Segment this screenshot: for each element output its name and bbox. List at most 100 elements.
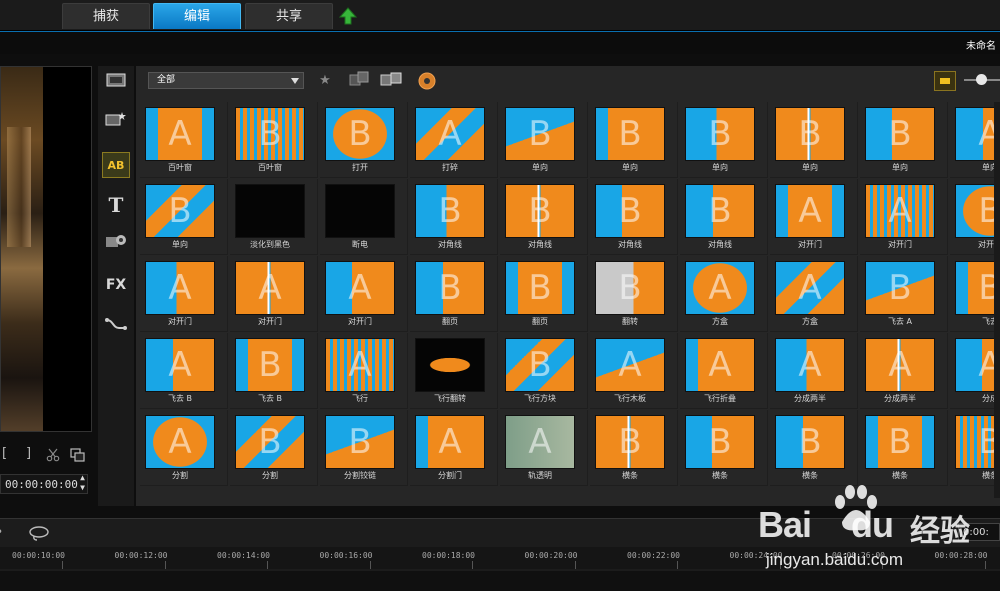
transition-item[interactable]: B 分割 bbox=[230, 410, 318, 486]
timecode-stepper-icon[interactable]: ▲ ▼ bbox=[80, 473, 85, 493]
transition-item[interactable]: B 横条 bbox=[860, 410, 948, 486]
transition-item[interactable]: B 单向 bbox=[770, 102, 858, 178]
transition-item[interactable]: B 翻页 bbox=[500, 256, 588, 332]
transition-item[interactable]: B 对角线 bbox=[590, 179, 678, 255]
transition-label: 翻页 bbox=[442, 317, 458, 326]
transition-label: 对开门 bbox=[888, 240, 912, 249]
transition-item[interactable]: 飞行翻转 bbox=[410, 333, 498, 409]
transition-item[interactable]: B 飞行方块 bbox=[500, 333, 588, 409]
mark-out-button[interactable]: ] bbox=[26, 446, 31, 461]
transition-item[interactable]: B 飞去 A bbox=[860, 256, 948, 332]
path-icon[interactable] bbox=[102, 314, 130, 340]
transition-item[interactable]: A 飞去 B bbox=[140, 333, 228, 409]
transition-preview-letter: B bbox=[528, 114, 552, 154]
upload-arrow-icon[interactable] bbox=[338, 6, 358, 26]
transition-item[interactable]: A 飞行 bbox=[320, 333, 408, 409]
transition-item[interactable]: B 对角线 bbox=[500, 179, 588, 255]
transition-item[interactable]: A 对开门 bbox=[770, 179, 858, 255]
transition-item[interactable]: B 单向 bbox=[140, 179, 228, 255]
transition-thumbnail: B bbox=[236, 108, 304, 160]
transition-item[interactable]: A 分成 bbox=[950, 333, 1000, 409]
transition-item[interactable]: A 分成两半 bbox=[860, 333, 948, 409]
transition-item[interactable]: A 对开门 bbox=[140, 256, 228, 332]
transition-item[interactable]: A 方盒 bbox=[770, 256, 858, 332]
media-icon[interactable] bbox=[102, 70, 130, 96]
transition-item[interactable]: B 翻转 bbox=[590, 256, 678, 332]
transition-icon[interactable]: AB bbox=[102, 152, 130, 178]
view-mode-button[interactable] bbox=[934, 71, 956, 91]
transition-item[interactable]: A 飞行木板 bbox=[590, 333, 678, 409]
transition-label: 单向 bbox=[172, 240, 188, 249]
transition-item[interactable]: A 飞行折叠 bbox=[680, 333, 768, 409]
title-icon[interactable]: T bbox=[102, 192, 130, 218]
mark-in-button[interactable]: [ bbox=[2, 446, 7, 461]
transition-label: 轨透明 bbox=[528, 471, 552, 480]
library-scrollbar[interactable] bbox=[994, 102, 1000, 498]
transition-item[interactable]: A 百叶窗 bbox=[140, 102, 228, 178]
transition-item[interactable]: A 轨透明 bbox=[500, 410, 588, 486]
transition-item[interactable]: B 百叶窗 bbox=[230, 102, 318, 178]
project-bar: 未命名 bbox=[0, 31, 1000, 54]
tab-edit[interactable]: 编辑 bbox=[153, 3, 241, 29]
transition-item[interactable]: A 对开门 bbox=[230, 256, 318, 332]
category-dropdown[interactable]: 全部 bbox=[148, 72, 304, 89]
library-sidebar: AB T FX bbox=[98, 66, 134, 506]
transition-label: 分割 bbox=[172, 471, 188, 480]
get-more-content-icon[interactable] bbox=[416, 71, 438, 91]
transition-item[interactable]: A 分成两半 bbox=[770, 333, 858, 409]
transition-item[interactable]: B 对角线 bbox=[680, 179, 768, 255]
copy-icon[interactable] bbox=[70, 448, 86, 462]
apply-to-all-icon[interactable] bbox=[380, 71, 402, 91]
transition-label: 分成 bbox=[982, 394, 998, 403]
timecode-field[interactable]: 00:00:00:00 ▲ ▼ bbox=[0, 473, 88, 494]
transition-item[interactable]: B 打开 bbox=[320, 102, 408, 178]
transition-item[interactable]: B 对角线 bbox=[410, 179, 498, 255]
transition-item[interactable]: B 单向 bbox=[590, 102, 678, 178]
transition-label: 横条 bbox=[892, 471, 908, 480]
transition-item[interactable]: 断电 bbox=[320, 179, 408, 255]
transition-item[interactable]: B 单向 bbox=[680, 102, 768, 178]
transition-item[interactable]: A 打碎 bbox=[410, 102, 498, 178]
thumbnail-size-slider[interactable] bbox=[964, 74, 1000, 85]
transition-item[interactable]: B 横条 bbox=[770, 410, 858, 486]
transition-item[interactable]: B 横条 bbox=[680, 410, 768, 486]
tab-share[interactable]: 共享 bbox=[245, 3, 333, 29]
transition-thumbnail: B bbox=[776, 416, 844, 468]
transition-item[interactable]: B 飞去 B bbox=[230, 333, 318, 409]
fx-filter-icon[interactable]: FX bbox=[102, 272, 130, 298]
transition-item[interactable]: A 对开门 bbox=[320, 256, 408, 332]
tab-capture[interactable]: 捕获 bbox=[62, 3, 150, 29]
transition-item[interactable]: B 飞去 bbox=[950, 256, 1000, 332]
transition-item[interactable]: B 单向 bbox=[860, 102, 948, 178]
transition-preview-letter: A bbox=[348, 268, 372, 308]
transition-thumbnail bbox=[236, 185, 304, 237]
transition-thumbnail: A bbox=[866, 339, 934, 391]
transition-item[interactable]: A 单向 bbox=[950, 102, 1000, 178]
transition-item[interactable]: 淡化到黑色 bbox=[230, 179, 318, 255]
transition-item[interactable]: A 方盒 bbox=[680, 256, 768, 332]
transition-preview-letter: A bbox=[798, 268, 822, 308]
instant-project-icon[interactable] bbox=[102, 110, 130, 136]
transition-item[interactable]: A 对开门 bbox=[860, 179, 948, 255]
transition-item[interactable]: B 横条 bbox=[950, 410, 1000, 486]
transition-item[interactable]: B 单向 bbox=[500, 102, 588, 178]
lasso-icon[interactable] bbox=[28, 525, 50, 541]
add-favorite-icon[interactable]: ★ bbox=[314, 71, 336, 91]
transition-thumbnail: A bbox=[776, 339, 844, 391]
transition-label: 淡化到黑色 bbox=[250, 240, 290, 249]
transition-thumbnail: A bbox=[326, 339, 394, 391]
apply-to-video-track-icon[interactable] bbox=[348, 71, 370, 91]
transition-preview-letter: A bbox=[708, 268, 732, 308]
transition-thumbnail: A bbox=[596, 339, 664, 391]
transition-item[interactable]: B 对开门 bbox=[950, 179, 1000, 255]
transition-item[interactable]: A 分割门 bbox=[410, 410, 498, 486]
transition-preview-letter: A bbox=[438, 114, 462, 154]
timeline-tool-icon[interactable]: • bbox=[0, 525, 3, 539]
transition-item[interactable]: B 横条 bbox=[590, 410, 678, 486]
transition-item[interactable]: B 翻页 bbox=[410, 256, 498, 332]
preview-window[interactable] bbox=[0, 66, 92, 432]
scissors-icon[interactable] bbox=[46, 448, 60, 462]
transition-item[interactable]: B 分割铰链 bbox=[320, 410, 408, 486]
graphics-icon[interactable] bbox=[102, 232, 130, 258]
transition-item[interactable]: A 分割 bbox=[140, 410, 228, 486]
